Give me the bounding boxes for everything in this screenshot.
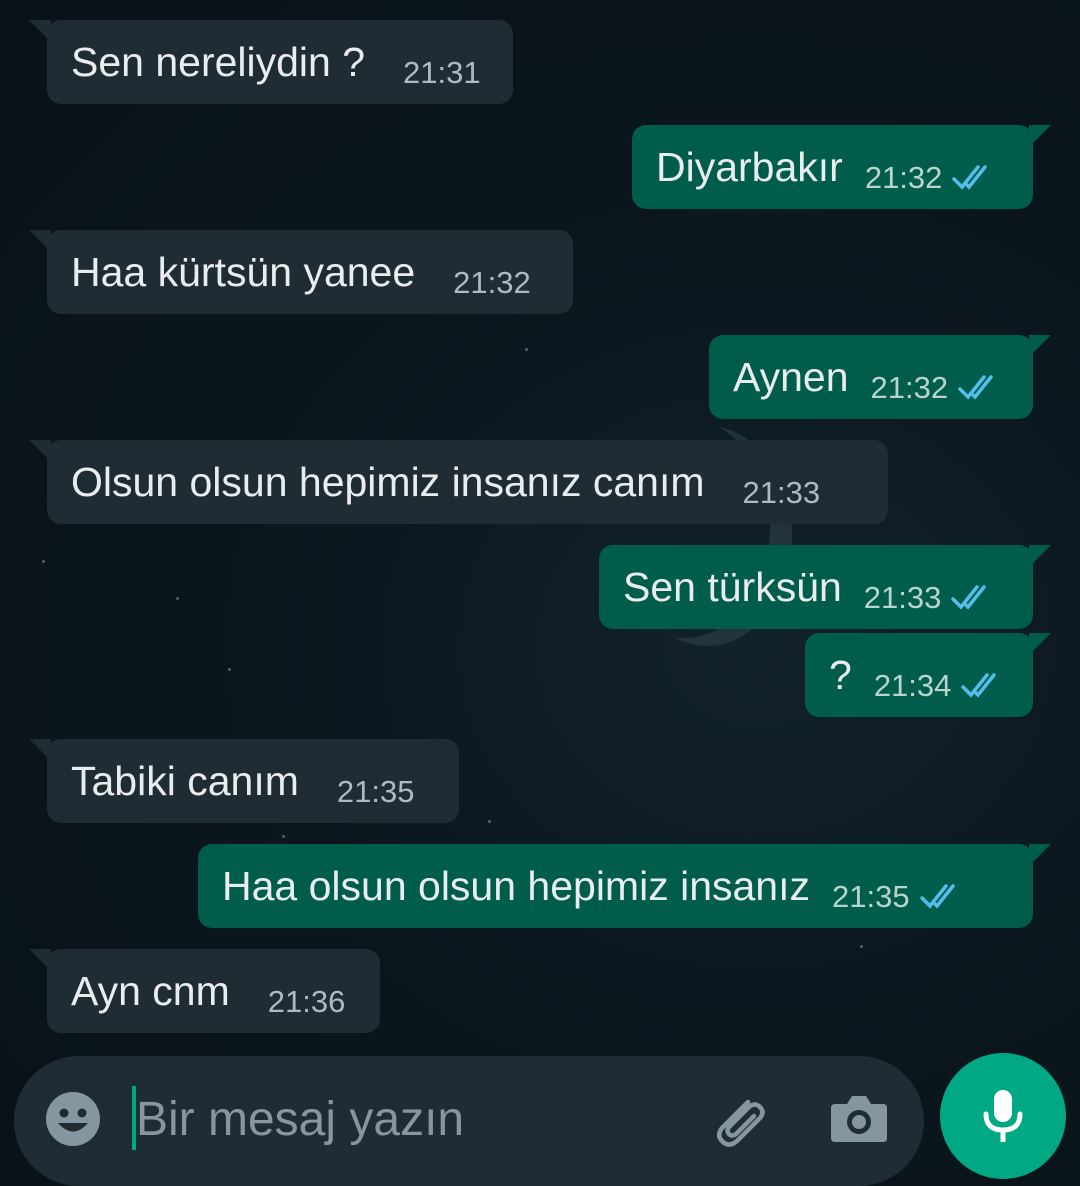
message-bubble[interactable]: ? 21:34 [805, 633, 1051, 717]
message-time: 21:32 [453, 265, 531, 300]
message-time: 21:34 [873, 668, 952, 703]
mic-button[interactable] [940, 1053, 1066, 1179]
message-composer[interactable]: Bir mesaj yazın [14, 1056, 924, 1186]
message-text: Aynen [733, 353, 849, 400]
message-text: Diyarbakır [656, 143, 843, 190]
message-text: Sen nereliydin ? [71, 38, 366, 85]
read-ticks-icon [951, 585, 987, 610]
camera-icon[interactable] [829, 1092, 889, 1144]
message-text: Tabiki canım [71, 757, 299, 804]
message-time: 21:33 [742, 475, 821, 510]
message-bubble[interactable]: Haa kürtsün yanee 21:32 [29, 230, 573, 314]
message-bubble[interactable]: Sen türksün 21:33 [599, 545, 1051, 629]
message-text: Sen türksün [623, 563, 842, 610]
message-time: 21:32 [870, 370, 949, 405]
message-bubble[interactable]: Aynen 21:32 [709, 335, 1051, 419]
read-ticks-icon [952, 165, 988, 190]
mic-icon [983, 1090, 1023, 1142]
message-bubble[interactable]: Diyarbakır 21:32 [632, 125, 1051, 209]
read-ticks-icon [958, 375, 993, 400]
message-time: 21:32 [864, 160, 943, 195]
message-text: ? [829, 651, 852, 698]
read-ticks-icon [961, 673, 997, 698]
message-bubble[interactable]: Tabiki canım 21:35 [29, 739, 459, 823]
message-text: Ayn cnm [71, 967, 230, 1014]
message-time: 21:33 [863, 580, 942, 615]
message-bubble[interactable]: Sen nereliydin ? 21:31 [29, 20, 513, 104]
message-time: 21:31 [403, 55, 481, 90]
message-bubble[interactable]: Olsun olsun hepimiz insanız canım 21:33 [29, 440, 888, 524]
message-text: Olsun olsun hepimiz insanız canım [71, 458, 705, 505]
message-text: Haa kürtsün yanee [71, 248, 416, 295]
message-text: Haa olsun olsun hepimiz insanız [222, 862, 810, 909]
emoji-icon[interactable] [44, 1090, 102, 1148]
message-bubble[interactable]: Ayn cnm 21:36 [29, 949, 380, 1033]
message-bubble[interactable]: Haa olsun olsun hepimiz insanız 21:35 [198, 844, 1051, 928]
message-time: 21:35 [832, 879, 910, 914]
message-time: 21:35 [336, 774, 415, 809]
read-ticks-icon [919, 884, 955, 909]
attach-icon[interactable] [708, 1088, 770, 1150]
message-time: 21:36 [267, 984, 346, 1019]
message-input[interactable]: Bir mesaj yazın [136, 1092, 464, 1147]
